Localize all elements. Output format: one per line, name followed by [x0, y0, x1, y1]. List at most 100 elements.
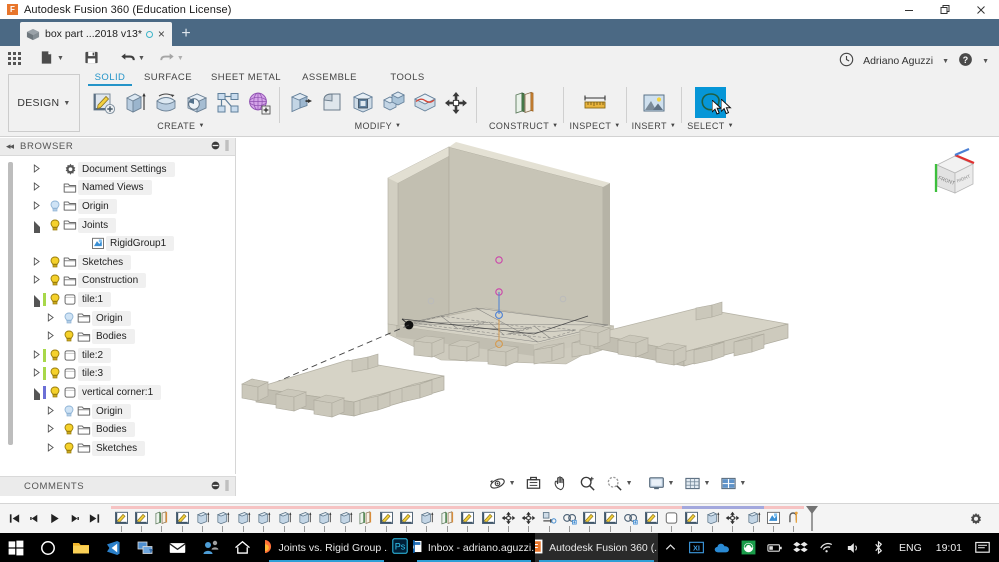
expand-arrow-open-icon[interactable]	[30, 386, 43, 398]
visibility-bulb-icon[interactable]	[48, 386, 62, 399]
browser-node-tile-3[interactable]: tile:3	[0, 365, 235, 384]
browser-node-sketches[interactable]: Sketches	[0, 439, 235, 458]
timeline-move-feature[interactable]	[722, 505, 744, 532]
timeline-extrude-feature[interactable]	[335, 505, 356, 532]
workspace-selector[interactable]: DESIGN ▼	[8, 74, 80, 132]
create-form-button[interactable]	[243, 87, 274, 118]
tab-assemble[interactable]: ASSEMBLE	[288, 72, 371, 86]
visibility-bulb-icon[interactable]	[48, 293, 62, 306]
sweep-button[interactable]	[181, 87, 212, 118]
bluetooth-tray-icon[interactable]	[866, 533, 892, 562]
timeline-rigid-group-feature[interactable]	[763, 505, 784, 532]
browser-node-named-views[interactable]: Named Views	[0, 179, 235, 198]
expand-arrow-closed-icon[interactable]	[30, 182, 43, 193]
new-tab-button[interactable]: +	[176, 24, 196, 44]
document-tab[interactable]: box part ...2018 v13* ×	[20, 22, 172, 46]
tab-sheet-metal[interactable]: SHEET METAL	[204, 72, 288, 86]
play-button[interactable]	[46, 508, 63, 530]
modify-group-label-wrap[interactable]: MODIFY ▼	[355, 121, 402, 131]
maximize-button[interactable]	[927, 0, 963, 19]
timeline-component-feature[interactable]	[661, 505, 682, 532]
timeline-sketch-feature[interactable]	[579, 505, 601, 532]
expand-arrow-open-icon[interactable]	[30, 219, 43, 231]
panel-grip-icon[interactable]	[225, 479, 229, 494]
minimize-button[interactable]	[891, 0, 927, 19]
browser-node-origin[interactable]: Origin	[0, 197, 235, 216]
visibility-bulb-icon[interactable]	[62, 330, 76, 343]
visibility-bulb-icon[interactable]	[48, 349, 62, 362]
browser-node-document-settings[interactable]: Document Settings	[0, 160, 235, 179]
timeline-joint-feature[interactable]	[620, 505, 642, 532]
browser-node-joints[interactable]: Joints	[0, 216, 235, 235]
inspect-group-label-wrap[interactable]: INSPECT ▼	[569, 121, 620, 131]
battery-tray-icon[interactable]	[762, 533, 788, 562]
combine-button[interactable]	[378, 87, 409, 118]
timeline-move-feature[interactable]	[498, 505, 519, 532]
expand-arrow-closed-icon[interactable]	[44, 424, 57, 435]
select-lasso-button[interactable]	[695, 87, 727, 118]
visibility-bulb-icon[interactable]	[62, 442, 76, 455]
action-center-icon[interactable]	[969, 533, 995, 562]
home-button[interactable]	[226, 533, 258, 562]
expand-arrow-closed-icon[interactable]	[30, 163, 43, 175]
taskbar-language[interactable]: ENG	[892, 542, 929, 554]
settings-gear-icon[interactable]	[969, 512, 983, 526]
user-share-button[interactable]	[194, 533, 226, 562]
timeline-extrude-feature[interactable]	[702, 505, 723, 532]
orbit-button[interactable]: ▼	[487, 472, 518, 494]
create-group-label-wrap[interactable]: CREATE ▼	[157, 121, 205, 131]
timeline-sketch-feature[interactable]	[131, 505, 152, 532]
mail-button[interactable]	[162, 533, 194, 562]
timeline-extrude-feature[interactable]	[294, 505, 315, 532]
volume-tray-icon[interactable]	[840, 533, 866, 562]
shell-button[interactable]	[347, 87, 378, 118]
revolve-button[interactable]	[150, 87, 181, 118]
browser-node-rigidgroup1[interactable]: RigidGroup1	[0, 234, 235, 253]
visibility-bulb-icon[interactable]	[48, 367, 62, 380]
visibility-bulb-icon[interactable]	[62, 312, 76, 325]
close-button[interactable]	[963, 0, 999, 19]
visibility-bulb-icon[interactable]	[48, 219, 62, 232]
browser-node-sketches[interactable]: Sketches	[0, 253, 235, 272]
step-forward-button[interactable]	[66, 508, 83, 530]
browser-node-bodies[interactable]: Bodies	[0, 327, 235, 346]
timeline-sketch-feature[interactable]	[396, 505, 417, 532]
vscode-button[interactable]	[97, 533, 129, 562]
view-cube[interactable]: FRONT RIGHT	[921, 145, 981, 205]
app-grid-button[interactable]	[0, 46, 25, 70]
timeline-construct-plane-feature[interactable]	[151, 505, 173, 532]
grid-snaps-button[interactable]: ▼	[681, 472, 712, 494]
clock-icon[interactable]	[839, 52, 854, 70]
close-icon[interactable]: ×	[158, 28, 165, 40]
display-settings-button[interactable]: ▼	[646, 472, 677, 494]
comments-panel[interactable]: COMMENTS	[0, 476, 236, 496]
expand-arrow-closed-icon[interactable]	[30, 368, 43, 379]
tab-tools[interactable]: TOOLS	[371, 72, 444, 86]
timeline-extrude-feature[interactable]	[743, 505, 764, 532]
zoom-button[interactable]	[577, 472, 599, 494]
3d-viewport[interactable]: FRONT RIGHT	[236, 138, 999, 496]
construct-plane-button[interactable]	[508, 87, 539, 118]
taskbar-clock[interactable]: 19:01	[929, 542, 969, 554]
cortana-search-button[interactable]	[32, 533, 64, 562]
browser-node-origin[interactable]: Origin	[0, 402, 235, 421]
redo-button[interactable]: ▼	[155, 46, 188, 70]
timeline-joint-origin-feature[interactable]	[783, 505, 805, 532]
insert-image-button[interactable]	[638, 87, 669, 118]
pan-button[interactable]	[550, 472, 572, 494]
collapse-left-icon[interactable]: ◂◂	[6, 141, 14, 152]
ms-teams-tray-icon[interactable]: XI	[684, 533, 710, 562]
construct-group-label-wrap[interactable]: CONSTRUCT ▼	[489, 121, 558, 131]
file-explorer-button[interactable]	[65, 533, 97, 562]
go-to-end-button[interactable]	[86, 508, 103, 530]
timeline-joint-feature[interactable]	[559, 505, 580, 532]
timeline-sketch-feature[interactable]	[641, 505, 662, 532]
fusion-tray-icon[interactable]	[736, 533, 762, 562]
chevron-down-icon[interactable]: ▼	[982, 58, 989, 65]
viewports-button[interactable]: ▼	[717, 472, 748, 494]
measure-button[interactable]	[580, 87, 611, 118]
visibility-bulb-icon[interactable]	[62, 405, 76, 418]
user-name[interactable]: Adriano Aguzzi	[863, 55, 933, 67]
move-copy-button[interactable]	[440, 87, 471, 118]
undo-button[interactable]: ▼	[116, 46, 149, 70]
